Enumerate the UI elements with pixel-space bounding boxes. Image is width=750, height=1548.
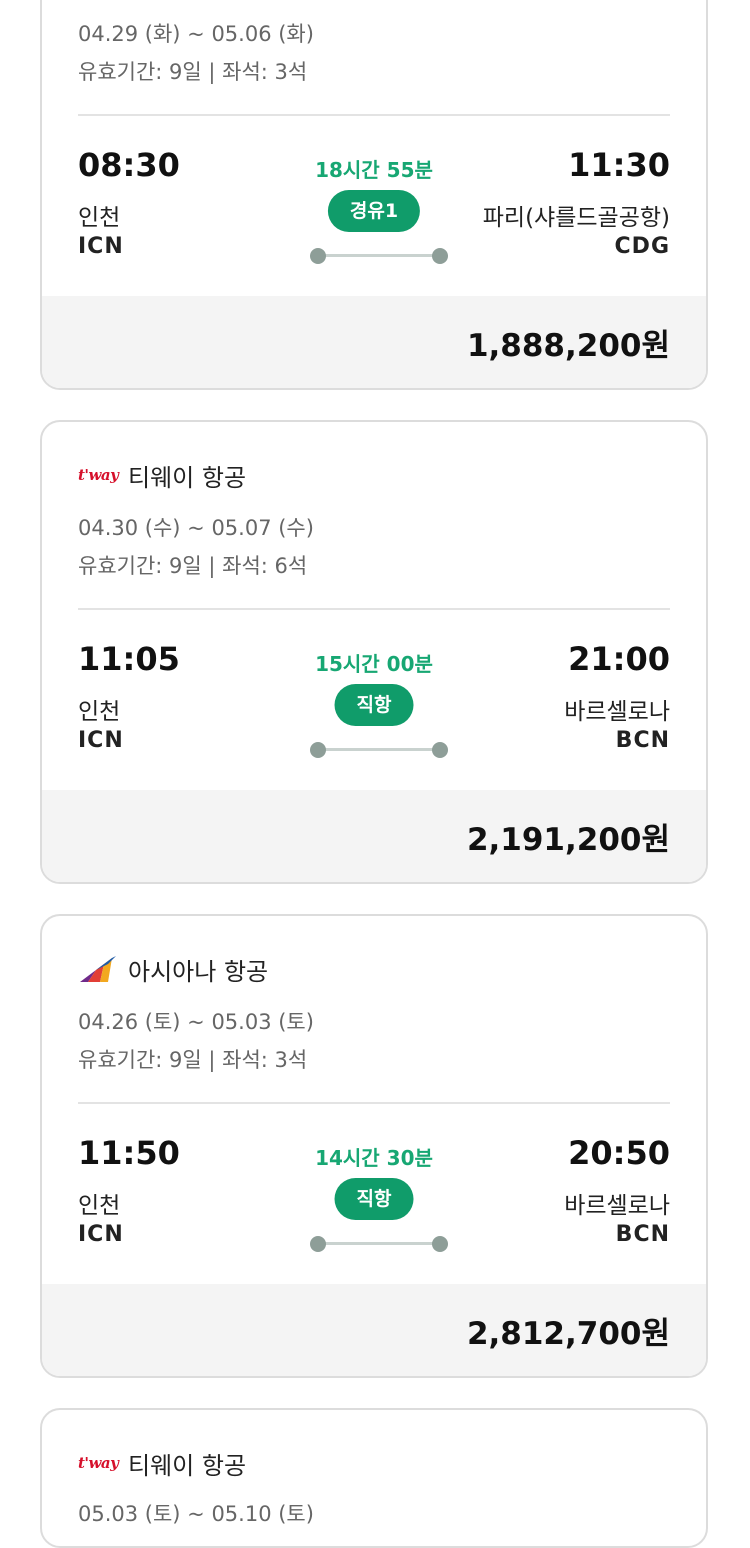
tway-logo-text: t'way xyxy=(78,466,119,484)
arrival-time: 20:50 xyxy=(568,1134,670,1172)
arrival-city: 바르셀로나 xyxy=(564,699,670,725)
departure-code: ICN xyxy=(78,728,124,753)
airline-row: t'way 티웨이 항공 xyxy=(78,1446,246,1480)
arrival-city: 바르셀로나 xyxy=(564,1193,670,1219)
destination-dot xyxy=(432,742,448,758)
arrival-code: BCN xyxy=(615,728,670,753)
route-line xyxy=(310,1236,448,1252)
airline-row: 아시아나 항공 xyxy=(78,952,268,986)
travel-dates: 04.30 (수) ~ 05.07 (수) xyxy=(78,516,314,540)
departure-city: 인천 xyxy=(78,205,121,231)
airline-row: t'way 티웨이 항공 xyxy=(78,458,246,492)
stops-badge: 직항 xyxy=(334,684,414,726)
price-bar: 1,888,200원 xyxy=(42,296,706,388)
flight-card[interactable]: 04.29 (화) ~ 05.06 (화) 유효기간: 9일 | 좌석: 3석 … xyxy=(40,0,708,390)
divider xyxy=(78,608,670,610)
arrival-code: CDG xyxy=(614,234,670,259)
flight-card[interactable]: t'way 티웨이 항공 05.03 (토) ~ 05.10 (토) xyxy=(40,1408,708,1548)
asiana-logo-icon xyxy=(78,954,120,984)
airline-name: 티웨이 항공 xyxy=(128,463,247,492)
airline-name: 아시아나 항공 xyxy=(128,957,269,986)
arrival-time: 21:00 xyxy=(568,640,670,678)
airline-name: 티웨이 항공 xyxy=(128,1451,247,1480)
departure-city: 인천 xyxy=(78,699,121,725)
price: 2,812,700원 xyxy=(466,1316,670,1352)
origin-dot xyxy=(310,248,326,264)
travel-dates: 05.03 (토) ~ 05.10 (토) xyxy=(78,1502,314,1526)
flight-card[interactable]: t'way 티웨이 항공 04.30 (수) ~ 05.07 (수) 유효기간:… xyxy=(40,420,708,884)
tway-logo-text: t'way xyxy=(78,1454,119,1472)
departure-code: ICN xyxy=(78,234,124,259)
validity-seats: 유효기간: 9일 | 좌석: 3석 xyxy=(78,60,308,84)
validity-seats: 유효기간: 9일 | 좌석: 6석 xyxy=(78,554,308,578)
price-bar: 2,191,200원 xyxy=(42,790,706,882)
travel-dates: 04.29 (화) ~ 05.06 (화) xyxy=(78,22,314,46)
stops-badge: 경유1 xyxy=(327,190,421,232)
price: 1,888,200원 xyxy=(466,328,670,364)
route-line xyxy=(310,742,448,758)
destination-dot xyxy=(432,248,448,264)
destination-dot xyxy=(432,1236,448,1252)
flight-card[interactable]: 아시아나 항공 04.26 (토) ~ 05.03 (토) 유효기간: 9일 |… xyxy=(40,914,708,1378)
validity-seats: 유효기간: 9일 | 좌석: 3석 xyxy=(78,1048,308,1072)
departure-city: 인천 xyxy=(78,1193,121,1219)
origin-dot xyxy=(310,742,326,758)
divider xyxy=(78,1102,670,1104)
price: 2,191,200원 xyxy=(466,822,670,858)
tway-logo-icon: t'way xyxy=(78,460,120,490)
arrival-time: 11:30 xyxy=(568,146,670,184)
arrival-code: BCN xyxy=(615,1222,670,1247)
price-bar: 2,812,700원 xyxy=(42,1284,706,1376)
arrival-city: 파리(샤를드골공항) xyxy=(482,205,670,231)
tway-logo-icon: t'way xyxy=(78,1448,120,1478)
departure-code: ICN xyxy=(78,1222,124,1247)
divider xyxy=(78,114,670,116)
travel-dates: 04.26 (토) ~ 05.03 (토) xyxy=(78,1010,314,1034)
asiana-logo-icon xyxy=(80,956,116,982)
route-line xyxy=(310,248,448,264)
stops-badge: 직항 xyxy=(334,1178,414,1220)
origin-dot xyxy=(310,1236,326,1252)
